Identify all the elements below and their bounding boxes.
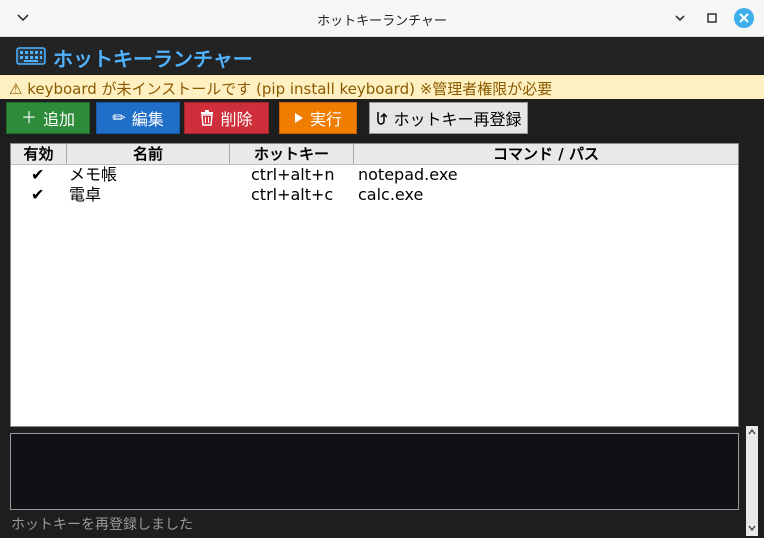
maximize-icon[interactable] xyxy=(704,10,720,26)
window-title: ホットキーランチャー xyxy=(317,14,447,29)
log-output[interactable] xyxy=(10,433,739,510)
run-button-label: 実行 xyxy=(309,110,342,129)
scroll-up-icon[interactable] xyxy=(748,429,756,435)
name-cell: メモ帳 xyxy=(69,165,118,184)
reregister-button-label: ホットキー再登録 xyxy=(393,110,522,129)
command-cell: notepad.exe xyxy=(358,165,458,184)
table-row[interactable]: ✔ メモ帳 ctrl+alt+n notepad.exe xyxy=(11,165,738,185)
table-row[interactable]: ✔ 電卓 ctrl+alt+c calc.exe xyxy=(11,185,738,205)
command-cell: calc.exe xyxy=(358,185,424,204)
scrollbar[interactable] xyxy=(746,426,758,536)
enabled-check: ✔ xyxy=(31,165,45,184)
reregister-hotkeys-button[interactable]: ホットキー再登録 xyxy=(369,102,528,134)
hotkey-cell: ctrl+alt+n xyxy=(251,165,335,184)
trash-icon xyxy=(201,110,214,126)
run-button[interactable]: 実行 xyxy=(279,102,357,134)
add-button-label: 追加 xyxy=(43,110,76,129)
hotkey-cell: ctrl+alt+c xyxy=(251,185,334,204)
add-button[interactable]: ＋ 追加 xyxy=(6,102,90,134)
delete-button-label: 削除 xyxy=(220,110,253,129)
keyboard-icon xyxy=(16,47,46,65)
close-icon xyxy=(739,13,749,23)
column-header-enabled[interactable]: 有効 xyxy=(11,144,67,164)
close-button[interactable] xyxy=(734,8,754,28)
play-icon xyxy=(294,113,303,123)
edit-button-label: 編集 xyxy=(131,110,164,129)
minimize-icon[interactable] xyxy=(672,10,688,26)
column-header-hotkey[interactable]: ホットキー xyxy=(230,144,354,164)
page-title: ホットキーランチャー xyxy=(53,47,253,71)
column-header-name[interactable]: 名前 xyxy=(67,144,230,164)
status-text: ホットキーを再登録しました xyxy=(11,517,193,533)
delete-button[interactable]: 削除 xyxy=(184,102,269,134)
enabled-check: ✔ xyxy=(31,185,45,204)
scroll-down-icon[interactable] xyxy=(748,525,756,531)
name-cell: 電卓 xyxy=(69,185,102,204)
pencil-icon: ✏ xyxy=(112,108,126,127)
warning-text: ⚠ keyboard が未インストールです (pip install keybo… xyxy=(9,80,553,98)
refresh-icon xyxy=(377,112,388,125)
plus-icon: ＋ xyxy=(20,108,37,127)
edit-button[interactable]: ✏ 編集 xyxy=(96,102,180,134)
column-header-command[interactable]: コマンド / パス xyxy=(354,144,738,164)
